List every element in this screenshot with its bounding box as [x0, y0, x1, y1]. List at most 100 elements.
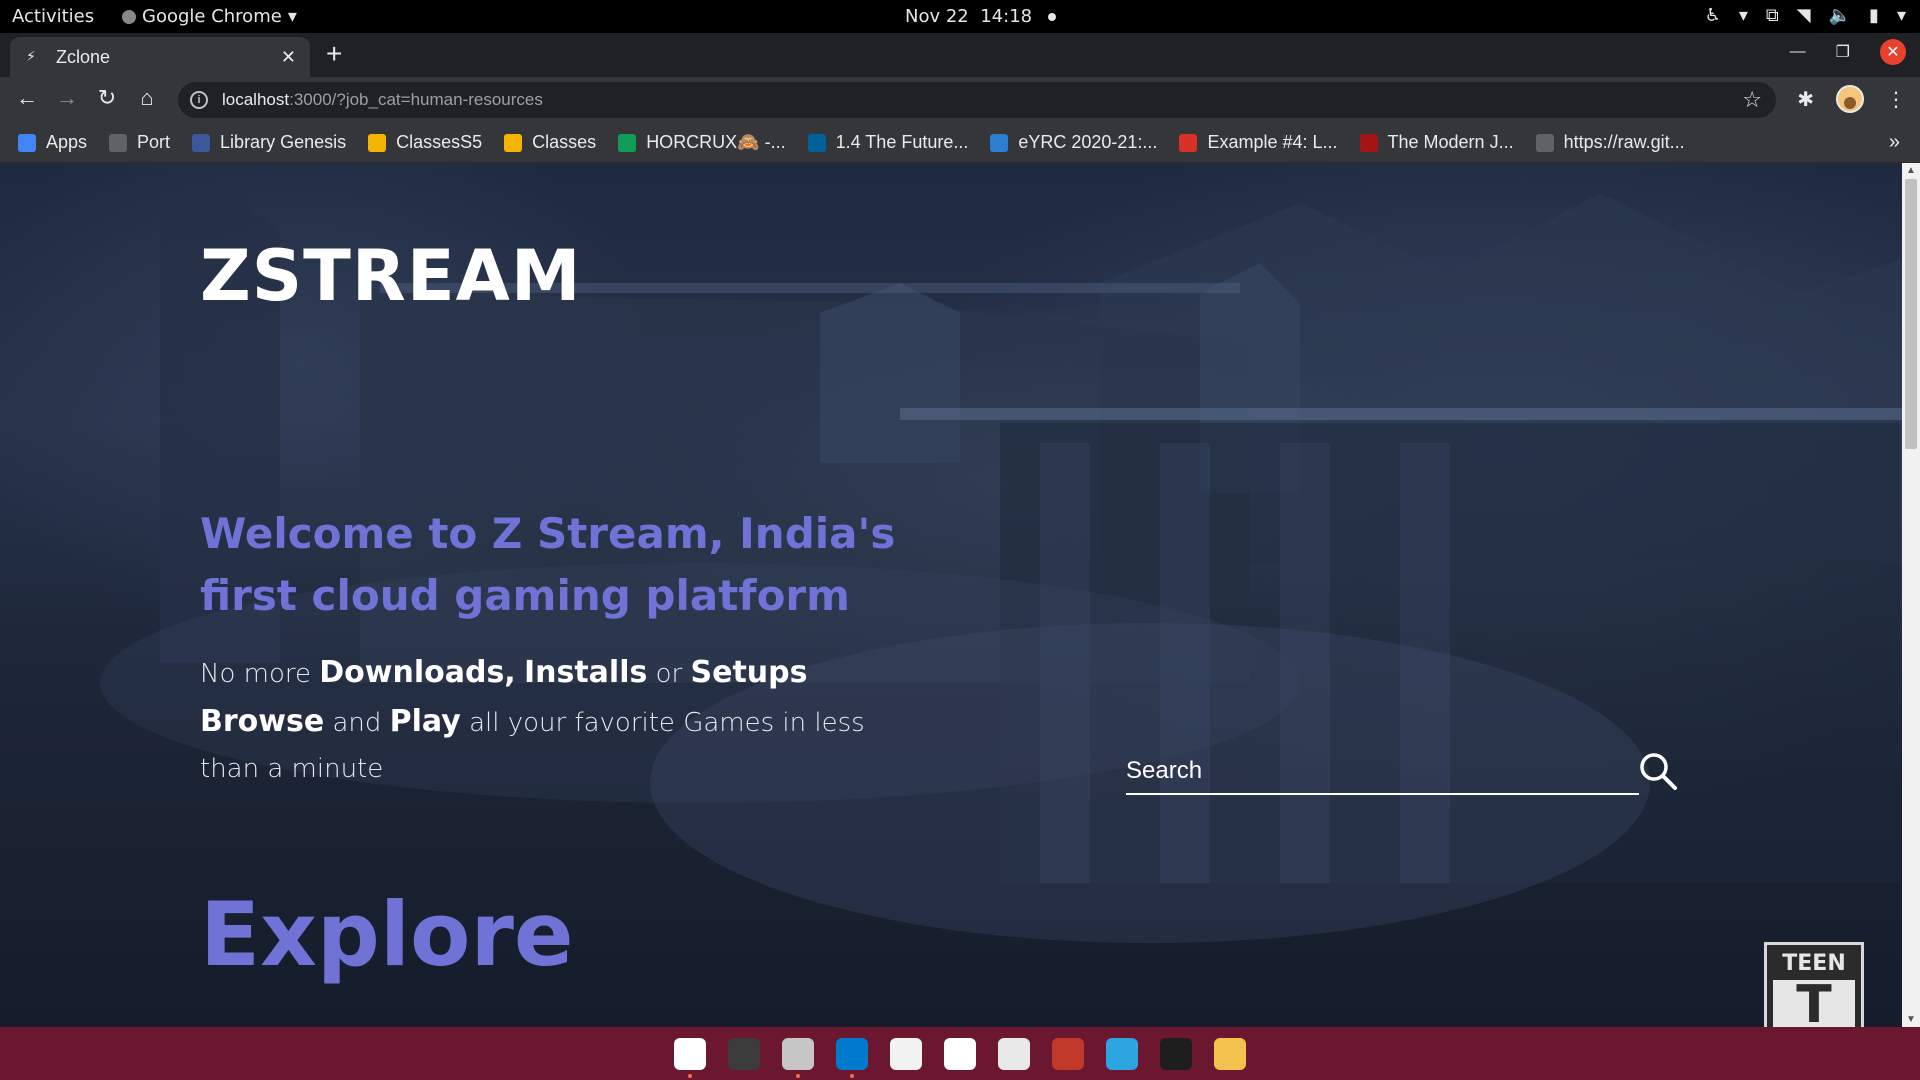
search-input[interactable]: [1126, 749, 1639, 795]
tab-strip: ⚡ Zclone ✕ + — ❐ ✕: [0, 33, 1920, 77]
window-controls: — ❐ ✕: [1790, 39, 1906, 65]
bookmark-label: Example #4: L...: [1207, 132, 1338, 152]
bookmark-item[interactable]: 1.4 The Future...: [807, 132, 968, 153]
figma-icon[interactable]: [1160, 1037, 1192, 1070]
scroll-up-icon[interactable]: ▲: [1906, 165, 1916, 176]
library-icon: [192, 133, 211, 152]
clock-date: Nov 22: [905, 6, 969, 27]
extensions-icon[interactable]: ✱: [1797, 87, 1814, 112]
js-icon: [1359, 133, 1378, 152]
system-top-bar: Activities Google Chrome ▾ Nov 22 14:18 …: [0, 0, 1920, 33]
zclone-favicon-icon: ⚡: [26, 48, 36, 64]
url-path: :3000/?job_cat=human-resources: [289, 90, 543, 109]
profile-avatar[interactable]: [1836, 85, 1864, 113]
tagline-bold: Play: [389, 704, 461, 739]
accessibility-icon[interactable]: ♿: [1705, 5, 1721, 26]
app-menu-label: Google Chrome: [142, 6, 282, 27]
hero-headline: Welcome to Z Stream, India's first cloud…: [200, 509, 896, 620]
system-tray[interactable]: ♿ ▾ ⧉ ◥ 🔈 ▮ ▾: [1705, 5, 1906, 26]
bookmarks-bar: Apps Port Library Genesis ClassesS5 Classes H…: [0, 123, 1920, 163]
bookmark-label: Library Genesis: [220, 132, 347, 152]
screen-icon[interactable]: ⧉: [1766, 5, 1779, 26]
more-bookmarks-icon[interactable]: »: [1889, 131, 1900, 154]
bookmark-item[interactable]: Apps: [18, 132, 87, 153]
tagline-text: or: [655, 659, 683, 689]
clock[interactable]: Nov 22 14:18: [905, 6, 1056, 27]
tagline-bold: Browse: [200, 704, 325, 739]
bookmark-item[interactable]: HORCRUX🙈 -...: [618, 132, 786, 153]
toolbar-actions: ✱ ⋮: [1797, 85, 1906, 113]
cherry-icon[interactable]: [1052, 1037, 1084, 1070]
bookmark-item[interactable]: Library Genesis: [192, 132, 346, 153]
teapot-icon[interactable]: [1214, 1037, 1246, 1070]
notion-icon[interactable]: [944, 1037, 976, 1070]
clock-time: 14:18: [980, 6, 1033, 27]
classroom-icon: [504, 133, 523, 152]
bookmark-label: https://raw.git...: [1563, 132, 1685, 152]
tab-zclone[interactable]: ⚡ Zclone ✕: [10, 37, 310, 77]
globe-icon: [1535, 133, 1554, 152]
running-indicator: [850, 1073, 854, 1078]
tagline-text: and: [332, 708, 382, 738]
running-indicator: [688, 1073, 692, 1078]
e-icon: [1179, 133, 1198, 152]
bookmark-label: Classes: [532, 132, 597, 152]
vscode-icon[interactable]: [836, 1037, 868, 1078]
apps-grid-icon: [18, 133, 36, 152]
bookmark-item[interactable]: Classes: [504, 132, 596, 153]
bookmark-label: Apps: [46, 132, 88, 152]
url-host: localhost: [222, 90, 290, 109]
forward-icon[interactable]: →: [52, 85, 82, 111]
hero-tagline: No more Downloads, Installs or Setups Br…: [200, 648, 920, 792]
menu-dots-icon[interactable]: ⋮: [1886, 87, 1906, 112]
bookmark-item[interactable]: The Modern J...: [1359, 132, 1514, 153]
bookmark-label: HORCRUX🙈 -...: [646, 132, 786, 152]
rating-label: TEEN: [1782, 951, 1846, 976]
taskbar-dock: [0, 1027, 1920, 1080]
classroom-icon: [368, 133, 387, 152]
minimize-icon[interactable]: —: [1790, 43, 1806, 61]
site-info-icon[interactable]: i: [190, 91, 208, 109]
bookmark-item[interactable]: ClassesS5: [368, 132, 482, 153]
close-window-icon[interactable]: ✕: [1880, 39, 1906, 65]
close-tab-icon[interactable]: ✕: [281, 47, 296, 68]
activities-button[interactable]: Activities: [12, 6, 94, 27]
back-icon[interactable]: ←: [12, 85, 42, 111]
telegram-icon[interactable]: [1106, 1037, 1138, 1070]
files-icon[interactable]: [782, 1037, 814, 1078]
page-scrollbar[interactable]: ▲ ▼: [1902, 163, 1920, 1027]
bookmark-item[interactable]: eYRC 2020-21:...: [990, 132, 1157, 153]
text-editor-icon[interactable]: [890, 1037, 922, 1070]
terminal-icon[interactable]: [728, 1037, 760, 1070]
chevron-down-icon[interactable]: ▾: [1897, 5, 1906, 26]
bookmark-item[interactable]: https://raw.git...: [1535, 132, 1685, 153]
document-viewer-icon[interactable]: [998, 1037, 1030, 1070]
notification-dot-icon: [1047, 13, 1056, 21]
explore-heading: Explore: [200, 883, 574, 986]
app-menu[interactable]: Google Chrome ▾: [122, 6, 297, 27]
reload-icon[interactable]: ↻: [92, 85, 122, 111]
brand-logo[interactable]: ZSTREAM: [200, 235, 581, 317]
bookmark-item[interactable]: Port: [109, 132, 170, 153]
chevron-down-icon[interactable]: ▾: [1739, 5, 1748, 26]
restore-icon[interactable]: ❐: [1836, 42, 1850, 62]
wifi-icon[interactable]: ◥: [1797, 5, 1811, 26]
new-tab-button[interactable]: +: [326, 39, 342, 69]
chrome-icon[interactable]: [674, 1037, 706, 1078]
scroll-down-icon[interactable]: ▼: [1906, 1014, 1916, 1025]
bookmark-item[interactable]: Example #4: L...: [1179, 132, 1338, 153]
tagline-bold: Downloads,: [319, 655, 516, 690]
scrollbar-thumb[interactable]: [1905, 179, 1917, 449]
bookmark-star-icon[interactable]: ☆: [1742, 87, 1762, 113]
chrome-small-icon: [122, 9, 136, 24]
address-bar[interactable]: i localhost:3000/?job_cat=human-resource…: [178, 82, 1776, 118]
globe-icon: [109, 133, 128, 152]
browser-toolbar: ← → ↻ ⌂ i localhost:3000/?job_cat=human-…: [0, 77, 1920, 123]
volume-icon[interactable]: 🔈: [1829, 5, 1851, 26]
search-icon[interactable]: [1638, 751, 1678, 791]
tagline-bold: Setups: [690, 655, 808, 690]
tab-title: Zclone: [56, 46, 111, 67]
bookmark-label: Port: [137, 132, 171, 152]
battery-icon[interactable]: ▮: [1869, 5, 1879, 26]
home-icon[interactable]: ⌂: [132, 85, 162, 111]
